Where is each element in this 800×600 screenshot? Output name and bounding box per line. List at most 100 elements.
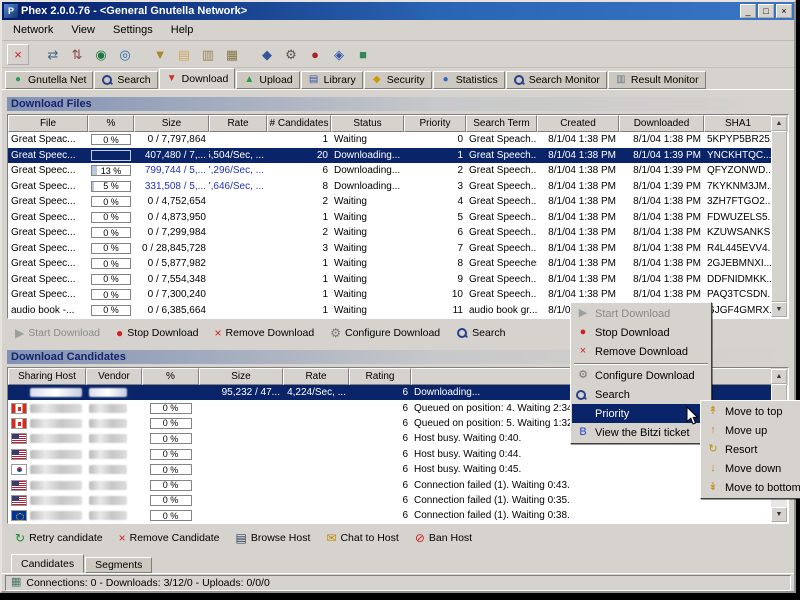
candidate-row[interactable]: 0 % 6 Host busy. Waiting 0:44.: [8, 447, 772, 462]
download-row[interactable]: Great Speec... 5 % 331,508 / 5,... 7,646…: [8, 179, 772, 195]
scroll-down-icon[interactable]: ▼: [771, 302, 787, 317]
menu-stop-download[interactable]: ● Stop Download: [572, 323, 710, 342]
search-button[interactable]: Search: [456, 327, 505, 339]
tab-search[interactable]: Search: [94, 71, 157, 89]
start-download-button[interactable]: ▶ Start Download: [15, 327, 100, 339]
disconnect-host-icon[interactable]: ⇅: [66, 44, 88, 65]
tab-segments[interactable]: Segments: [85, 557, 152, 573]
column-header[interactable]: File: [8, 115, 88, 132]
minimize-button[interactable]: _: [740, 4, 756, 18]
menu-search[interactable]: Search: [572, 385, 710, 404]
menu-item-label: Priority: [591, 408, 698, 420]
open-file-icon[interactable]: ▤: [173, 44, 195, 65]
column-header[interactable]: Created: [537, 115, 619, 132]
toolbar-icon-glyph: ◆: [262, 48, 272, 61]
ban-host-button[interactable]: ⊘ Ban Host: [415, 532, 472, 544]
settings-icon[interactable]: ⚙: [280, 44, 302, 65]
column-header[interactable]: Status: [331, 115, 404, 132]
menu-move-down[interactable]: ↓ Move down: [702, 459, 800, 478]
about-icon[interactable]: ■: [352, 44, 374, 65]
column-header[interactable]: Size: [199, 368, 283, 385]
candidate-row[interactable]: 0 % 6 Connection failed (1). Waiting 0:3…: [8, 508, 772, 523]
status-cell: Waiting: [331, 132, 404, 148]
menu-item[interactable]: Network: [4, 21, 62, 39]
remove-candidate-button[interactable]: × Remove Candidate: [119, 532, 220, 544]
menu-configure-download[interactable]: ⚙ Configure Download: [572, 366, 710, 385]
tab-search-monitor[interactable]: Search Monitor: [506, 71, 607, 89]
stop-download-button[interactable]: ● Stop Download: [116, 327, 198, 339]
chat-to-host-button[interactable]: ✉ Chat to Host: [326, 532, 398, 544]
tab-gnutella-net[interactable]: ● Gnutella Net: [5, 71, 93, 89]
menu-move-to-top[interactable]: ↟ Move to top: [702, 402, 800, 421]
column-header[interactable]: Vendor: [86, 368, 142, 385]
column-header[interactable]: Sharing Host: [8, 368, 86, 385]
tab-download[interactable]: ▼ Download: [159, 68, 236, 89]
new-download-icon[interactable]: ▼: [149, 44, 171, 65]
disconnect-network-icon[interactable]: ×: [7, 44, 29, 65]
candidate-row[interactable]: 0 % 6 Connection failed (1). Waiting 0:4…: [8, 477, 772, 492]
help-icon[interactable]: ◈: [328, 44, 350, 65]
download-row[interactable]: Great Speec... 407,480 / 7,... 5,504/Sec…: [8, 148, 772, 164]
column-header[interactable]: Rate: [209, 115, 267, 132]
candidate-row[interactable]: 0 % 6 Connection failed (1). Waiting 0:3…: [8, 493, 772, 508]
download-row[interactable]: Great Speec... 0 % 0 / 4,752,654 2 Waiti…: [8, 194, 772, 210]
close-button[interactable]: ×: [776, 4, 792, 18]
action-button-icon: ⊘: [415, 532, 425, 544]
column-header[interactable]: Rate: [283, 368, 349, 385]
statistics-icon[interactable]: ◆: [256, 44, 278, 65]
menu-move-up[interactable]: ↑ Move up: [702, 421, 800, 440]
download-row[interactable]: Great Speec... 0 % 0 / 4,873,950 1 Waiti…: [8, 210, 772, 226]
retry-candidate-button[interactable]: ↻ Retry candidate: [15, 532, 103, 544]
remove-download-button[interactable]: × Remove Download: [215, 327, 315, 339]
download-files-table: File%SizeRate# CandidatesStatusPriorityS…: [7, 114, 789, 319]
browse-network-icon[interactable]: ◎: [114, 44, 136, 65]
stop-icon[interactable]: ●: [304, 44, 326, 65]
download-row[interactable]: Great Speec... 0 % 0 / 7,299,984 2 Waiti…: [8, 225, 772, 241]
menu-remove-download[interactable]: × Remove Download: [572, 342, 710, 361]
toolbar-icon-glyph: ▼: [154, 48, 167, 61]
browse-host-button[interactable]: ▤ Browse Host: [236, 532, 311, 544]
tab-statistics[interactable]: ● Statistics: [433, 71, 505, 89]
toolbar-icon-glyph: ◈: [334, 48, 344, 61]
menu-move-to-bottom[interactable]: ↡ Move to bottom: [702, 478, 800, 497]
menu-start-download[interactable]: ▶ Start Download: [572, 304, 710, 323]
toolbar-separator[interactable]: [31, 44, 40, 65]
menu-item[interactable]: Help: [162, 21, 203, 39]
column-header[interactable]: # Candidates: [267, 115, 331, 132]
scroll-up-icon[interactable]: ▲: [771, 369, 787, 384]
column-header[interactable]: %: [88, 115, 134, 132]
tab-security[interactable]: ◆ Security: [364, 71, 432, 89]
menu-item[interactable]: View: [62, 21, 104, 39]
column-header[interactable]: Downloaded: [619, 115, 704, 132]
toolbar-separator[interactable]: [138, 44, 147, 65]
configure-download-button[interactable]: ⚙ Configure Download: [330, 327, 440, 339]
column-header[interactable]: SHA1: [704, 115, 772, 132]
column-header[interactable]: Search Term: [466, 115, 537, 132]
scroll-down-icon[interactable]: ▼: [771, 507, 787, 522]
candidate-row[interactable]: 0 % 6 Host busy. Waiting 0:45.: [8, 462, 772, 477]
download-row[interactable]: Great Speec... 0 % 0 / 5,877,982 1 Waiti…: [8, 256, 772, 272]
maximize-button[interactable]: □: [758, 4, 774, 18]
column-header[interactable]: Rating: [349, 368, 411, 385]
column-header[interactable]: Size: [134, 115, 209, 132]
download-row[interactable]: Great Speec... 0 % 0 / 7,300,240 1 Waiti…: [8, 287, 772, 303]
gnutella-network-icon[interactable]: ◉: [90, 44, 112, 65]
download-row[interactable]: Great Speac... 0 % 0 / 7,797,864 1 Waiti…: [8, 132, 772, 148]
scroll-up-icon[interactable]: ▲: [771, 116, 787, 131]
rescan-library-icon[interactable]: ▥: [197, 44, 219, 65]
filter-icon[interactable]: ▦: [221, 44, 243, 65]
menu-item[interactable]: Settings: [104, 21, 162, 39]
tab-upload[interactable]: ▲ Upload: [236, 71, 299, 89]
download-row[interactable]: Great Speec... 0 % 0 / 28,845,728 3 Wait…: [8, 241, 772, 257]
menu-resort[interactable]: ↻ Resort: [702, 440, 800, 459]
scrollbar-thumb[interactable]: [771, 131, 787, 302]
column-header[interactable]: Priority: [404, 115, 466, 132]
download-row[interactable]: Great Speec... 0 % 0 / 7,554,348 1 Waiti…: [8, 272, 772, 288]
tab-result-monitor[interactable]: ▥ Result Monitor: [608, 71, 706, 89]
download-row[interactable]: Great Speec... 13 % 799,744 / 5,... 7,29…: [8, 163, 772, 179]
toolbar-separator[interactable]: [245, 44, 254, 65]
tab-candidates[interactable]: Candidates: [11, 554, 84, 573]
column-header[interactable]: %: [142, 368, 199, 385]
connect-host-icon[interactable]: ⇄: [42, 44, 64, 65]
tab-library[interactable]: ▤ Library: [301, 71, 363, 89]
